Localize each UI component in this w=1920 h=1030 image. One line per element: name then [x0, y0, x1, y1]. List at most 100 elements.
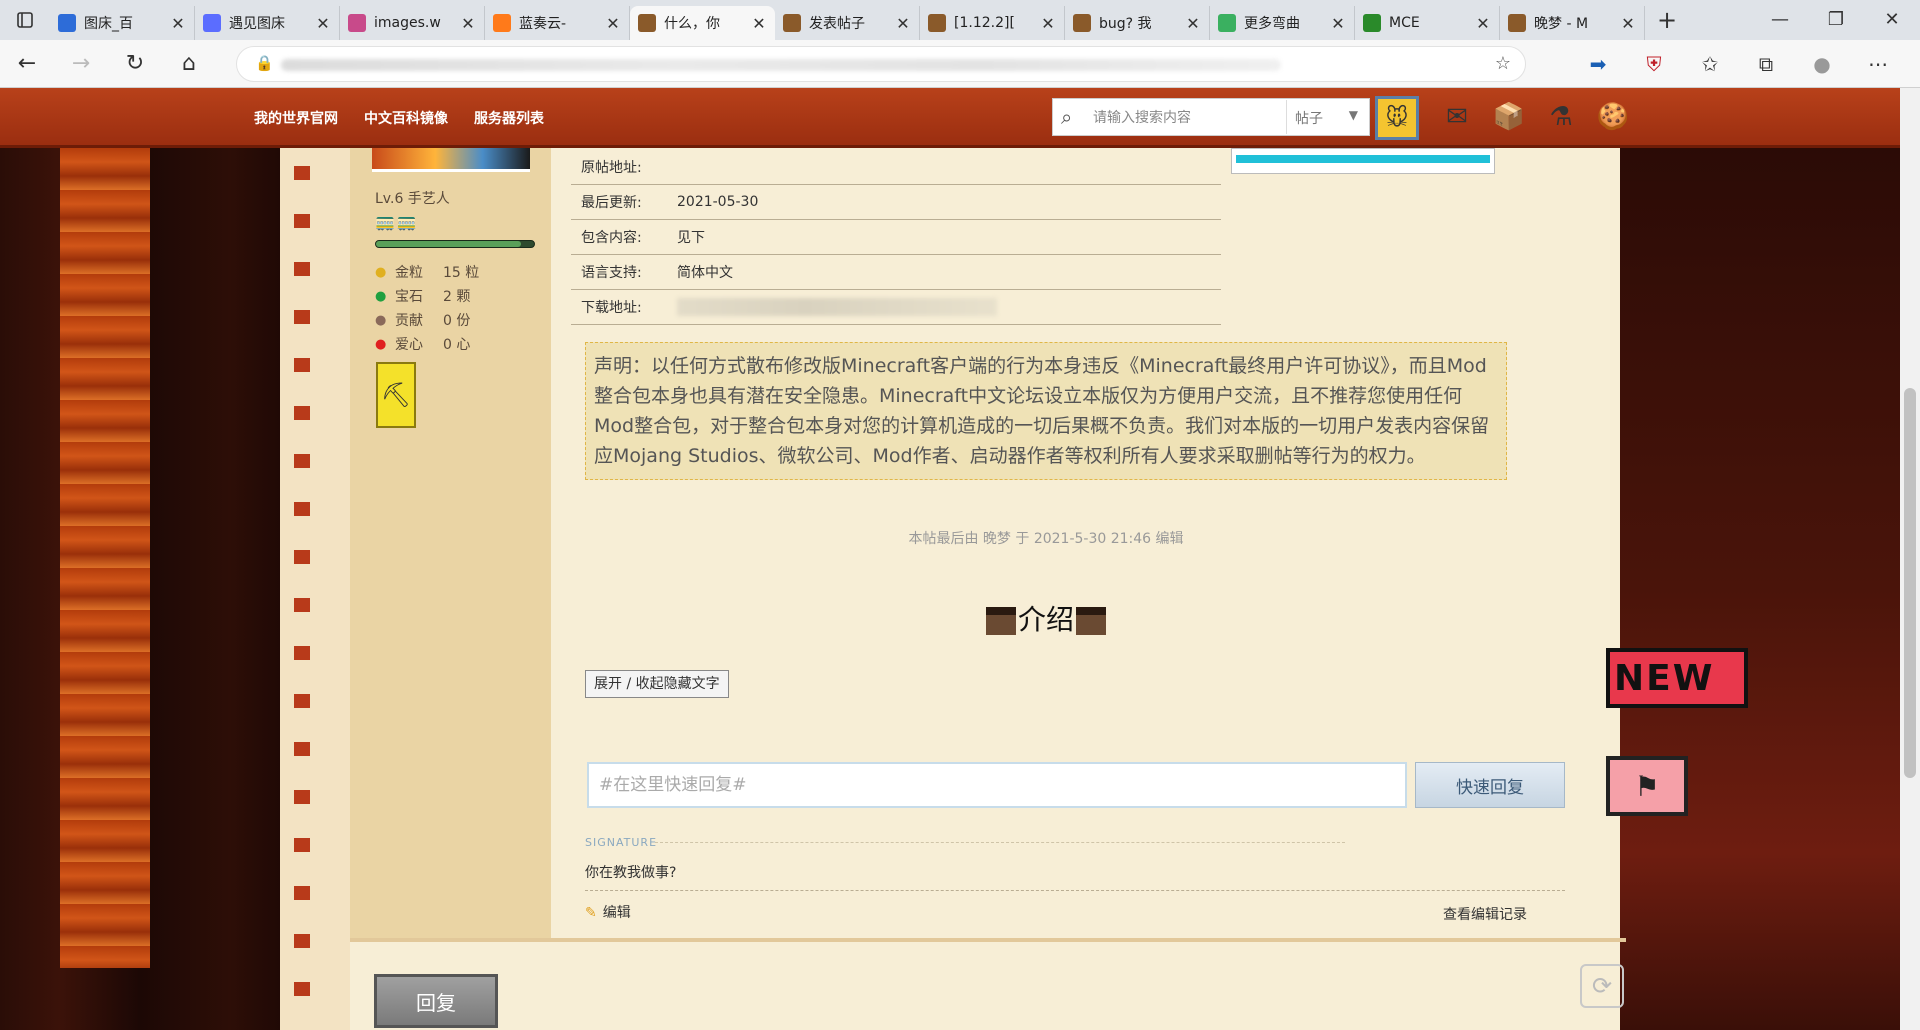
stat-row: ● 贡献 0 份: [375, 308, 479, 332]
browser-tab[interactable]: 什么，你 ✕: [630, 6, 775, 40]
nether-background-decor: [1620, 148, 1900, 1030]
medal-icons: 🚃🚃: [375, 212, 419, 231]
shield-extension-icon[interactable]: ⛨: [1626, 52, 1682, 76]
blurred-download-link[interactable]: [677, 298, 997, 316]
maximize-button[interactable]: ❐: [1808, 0, 1864, 40]
browser-tab[interactable]: images.w ✕: [340, 6, 485, 40]
signature-text: 你在教我做事?: [585, 865, 677, 881]
potion-icon[interactable]: ⚗: [1542, 98, 1580, 136]
edit-link[interactable]: ✎ 编辑: [585, 902, 631, 922]
profile-icon[interactable]: ●: [1794, 52, 1850, 76]
quick-reply-button[interactable]: 快速回复: [1415, 762, 1565, 808]
favorites-icon[interactable]: ✩: [1682, 52, 1738, 76]
tab-close-icon[interactable]: ✕: [895, 14, 911, 33]
xp-progress-fill: [376, 241, 522, 247]
address-bar[interactable]: 🔒 ☆: [236, 46, 1526, 82]
browser-tab[interactable]: [1.12.2][✕: [920, 6, 1065, 40]
new-tab-button[interactable]: +: [1645, 6, 1689, 34]
info-row: 下载地址:: [571, 290, 1221, 325]
close-window-button[interactable]: ✕: [1864, 0, 1920, 40]
gold-nugget-icon: ●: [375, 264, 387, 280]
tab-label: 什么，你: [664, 16, 720, 32]
refresh-button[interactable]: ↻: [108, 51, 162, 76]
tab-close-icon[interactable]: ✕: [751, 14, 767, 33]
browser-tab[interactable]: 图床_百 ✕: [50, 6, 195, 40]
steve-face-icon: [985, 607, 1016, 635]
info-row: 包含内容: 见下: [571, 220, 1221, 255]
browser-tab[interactable]: 发表帖子 ✕: [775, 6, 920, 40]
tab-close-icon[interactable]: ✕: [1475, 14, 1491, 33]
search-icon[interactable]: ⌕: [1061, 105, 1072, 129]
tab-label: 图床_百: [84, 16, 133, 32]
back-button[interactable]: ←: [0, 51, 54, 76]
tab-actions-button[interactable]: [0, 0, 50, 40]
edit-history-link[interactable]: 查看编辑记录: [1443, 904, 1527, 924]
search-type-value: 帖子: [1295, 111, 1323, 127]
tab-close-icon[interactable]: ✕: [460, 14, 476, 33]
search-type-select[interactable]: 帖子 ▼: [1286, 100, 1366, 134]
page-scrollbar[interactable]: [1900, 88, 1920, 1030]
post-bottom-bar: 回复 ⟳: [350, 938, 1626, 1030]
nav-minecraft-official[interactable]: 我的世界官网: [254, 108, 338, 128]
info-key: 语言支持:: [581, 265, 642, 281]
scroll-corner-icon[interactable]: ⟳: [1580, 964, 1624, 1008]
author-avatar[interactable]: [372, 148, 530, 172]
tab-close-icon[interactable]: ✕: [605, 14, 621, 33]
tab-label: 发表帖子: [809, 16, 865, 32]
section-title-text: 介绍: [1017, 603, 1074, 636]
tab-close-icon[interactable]: ✕: [1330, 14, 1346, 33]
scrollbar-thumb[interactable]: [1904, 388, 1916, 778]
stat-row: ● 爱心 0 心: [375, 332, 479, 356]
left-ribbon-decor: [280, 148, 350, 1030]
browser-tab[interactable]: 蓝奏云- ✕: [485, 6, 630, 40]
tab-label: 更多弯曲: [1244, 16, 1300, 32]
message-envelope-icon[interactable]: ✉: [1438, 98, 1476, 136]
toolbar-icons: ➡ ⛨ ✩ ⧉ ● ⋯: [1570, 40, 1906, 88]
post-footer-divider: [585, 890, 1565, 891]
minimize-button[interactable]: —: [1752, 0, 1808, 40]
tab-close-icon[interactable]: ✕: [1620, 14, 1636, 33]
tab-favicon-icon: [203, 14, 221, 32]
more-menu-icon[interactable]: ⋯: [1850, 52, 1906, 76]
favorite-star-icon[interactable]: ☆: [1495, 53, 1511, 74]
browser-tab[interactable]: MCE ✕: [1355, 6, 1500, 40]
tab-favicon-icon: [1363, 14, 1381, 32]
user-avatar[interactable]: 🐭: [1375, 96, 1419, 140]
stat-value: 0 心: [443, 337, 471, 353]
tab-close-icon[interactable]: ✕: [1185, 14, 1201, 33]
pink-flag-icon[interactable]: ⚑: [1606, 756, 1688, 816]
post-content: 原帖地址: 最后更新: 2021-05-30 包含内容: 见下 语言支持: 简体中文 下载地址…: [571, 148, 1591, 938]
nav-server-list[interactable]: 服务器列表: [474, 108, 544, 128]
chevron-down-icon: ▼: [1348, 108, 1358, 122]
toggle-hidden-text-button[interactable]: 展开 / 收起隐藏文字: [585, 670, 729, 698]
nav-wiki-mirror[interactable]: 中文百科镜像: [364, 108, 448, 128]
browser-tab[interactable]: bug? 我 ✕: [1065, 6, 1210, 40]
tab-label: bug? 我: [1099, 16, 1152, 32]
image-frame: [1231, 148, 1495, 174]
collections-icon[interactable]: ⧉: [1738, 52, 1794, 76]
tab-label: MCE: [1389, 15, 1420, 31]
cookie-icon[interactable]: 🍪: [1594, 98, 1632, 136]
forward-button[interactable]: →: [54, 51, 108, 76]
browser-tab[interactable]: 晚梦 - M ✕: [1500, 6, 1645, 40]
browser-tab[interactable]: 遇见图床 ✕: [195, 6, 340, 40]
extension-arrow-icon[interactable]: ➡: [1570, 52, 1626, 76]
tab-close-icon[interactable]: ✕: [1040, 14, 1056, 33]
lock-icon: 🔒: [255, 54, 274, 72]
tab-favicon-icon: [1073, 14, 1091, 32]
tab-close-icon[interactable]: ✕: [170, 14, 186, 33]
browser-tab[interactable]: 更多弯曲 ✕: [1210, 6, 1355, 40]
section-title: 介绍: [571, 598, 1521, 638]
crafting-box-icon[interactable]: 📦: [1490, 98, 1528, 136]
reply-button[interactable]: 回复: [374, 974, 498, 1028]
signature-divider: [655, 842, 1345, 843]
home-button[interactable]: ⌂: [162, 51, 216, 76]
pencil-icon: ✎: [585, 905, 597, 921]
tab-close-icon[interactable]: ✕: [315, 14, 331, 33]
new-flag-badge[interactable]: NEW: [1606, 648, 1748, 708]
stat-value: 15 粒: [443, 265, 480, 281]
contribution-icon: ●: [375, 312, 387, 328]
apple-icon: ●: [375, 336, 387, 352]
quick-reply-input[interactable]: [587, 762, 1407, 808]
pickaxe-badge-icon[interactable]: ⛏: [376, 362, 416, 428]
